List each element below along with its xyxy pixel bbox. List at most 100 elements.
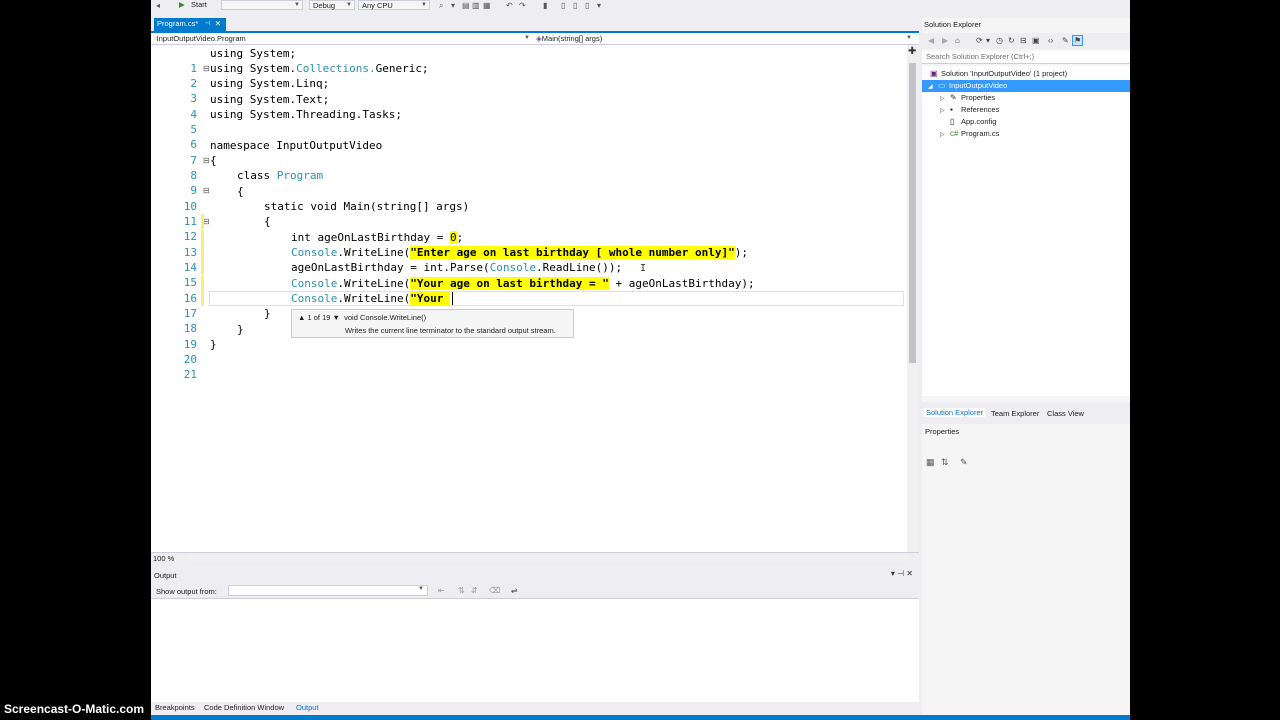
code-line: 2 using System.Collections.Generic; bbox=[190, 62, 429, 90]
split-icon[interactable]: ✚ bbox=[908, 46, 916, 57]
bookmark-icon[interactable]: ▥ bbox=[472, 1, 480, 10]
code-line: 5 using System.Threading.Tasks; bbox=[190, 108, 403, 136]
alphabetical-icon[interactable]: ⇅ bbox=[941, 457, 949, 468]
home-icon[interactable]: ⌂ bbox=[955, 36, 960, 45]
properties-toolbar: ▦ ⇅ ✎ bbox=[922, 456, 1130, 470]
tab-code-definition-window[interactable]: Code Definition Window bbox=[204, 703, 284, 712]
undo-icon[interactable]: ↶ bbox=[506, 1, 513, 10]
collapsed-icon[interactable]: ▷ bbox=[940, 105, 950, 117]
solution-icon: ▣ bbox=[930, 69, 938, 78]
bookmark-prev-icon[interactable]: ▯ bbox=[561, 1, 565, 10]
code-line: 16 Console.WriteLine("Your age on last b… bbox=[183, 276, 755, 305]
tab-label: Program.cs* bbox=[157, 19, 199, 28]
change-marker bbox=[201, 245, 204, 260]
tree-item-solution[interactable]: ▣ Solution 'InputOutputVideo' (1 project) bbox=[930, 68, 1067, 80]
refresh-icon[interactable]: ↻ bbox=[1008, 36, 1015, 45]
dropdown-icon[interactable]: ▾ bbox=[451, 1, 455, 10]
close-icon[interactable]: ✕ bbox=[215, 18, 221, 30]
solution-explorer-search[interactable]: Search Solution Explorer (Ctrl+;) bbox=[922, 51, 1130, 64]
config-file-icon: ▯ bbox=[950, 117, 955, 126]
word-wrap-icon[interactable]: ⇌ bbox=[511, 586, 518, 595]
clear-all-icon[interactable]: ⌫ bbox=[489, 586, 500, 595]
zoom-level[interactable]: 100 % bbox=[153, 554, 174, 563]
blank-combo[interactable]: ▼ bbox=[221, 0, 303, 10]
platform-combo[interactable]: Any CPU ▼ bbox=[358, 0, 430, 10]
code-line: 3 using System.Linq; bbox=[190, 77, 330, 105]
change-marker bbox=[201, 260, 204, 275]
method-signature: void Console.WriteLine() bbox=[344, 313, 427, 322]
tree-item-app-config[interactable]: ▯ App.config bbox=[950, 116, 996, 128]
current-line-highlight bbox=[209, 291, 904, 306]
prev-message-icon[interactable]: ⇅ bbox=[458, 586, 465, 595]
redo-icon[interactable]: ↷ bbox=[519, 1, 526, 10]
editor-horizontal-scrollbar[interactable] bbox=[189, 554, 905, 562]
method-description: Writes the current line terminator to th… bbox=[345, 326, 556, 335]
tab-breakpoints[interactable]: Breakpoints bbox=[155, 703, 195, 712]
member-combo[interactable]: ◈Main(string[] args) ▼ bbox=[536, 34, 916, 44]
pin-icon[interactable]: ⊣ bbox=[205, 18, 210, 30]
forward-icon[interactable]: ▶ bbox=[942, 36, 948, 45]
find-icon[interactable]: ⌕ bbox=[439, 1, 443, 11]
categorized-icon[interactable]: ▦ bbox=[926, 457, 935, 468]
toolbar-options-icon[interactable]: ▾ bbox=[597, 1, 601, 10]
back-icon[interactable]: ◀ bbox=[928, 36, 934, 45]
code-line: 9 ⊟ class Program bbox=[190, 169, 324, 197]
property-pages-icon[interactable]: ✎ bbox=[960, 457, 968, 468]
change-marker bbox=[201, 214, 204, 229]
dropdown-icon[interactable]: ▾ bbox=[891, 569, 895, 578]
stepover-icon[interactable]: ▤ bbox=[462, 1, 470, 10]
explorer-tabs: Solution Explorer Team Explorer Class Vi… bbox=[922, 406, 1130, 420]
code-line: 14 Console.WriteLine("Enter age on last … bbox=[183, 245, 748, 274]
intellisense-tooltip[interactable]: ▲ 1 of 19 ▼ void Console.WriteLine() Wri… bbox=[291, 309, 574, 338]
code-line: 1 ⊟ using System; bbox=[190, 47, 297, 75]
tree-item-project[interactable]: ◢ ▭ InputOutputVideo bbox=[922, 80, 1130, 92]
show-all-files-icon[interactable]: ▣ bbox=[1032, 36, 1040, 45]
tab-solution-explorer[interactable]: Solution Explorer bbox=[924, 408, 986, 417]
overload-counter[interactable]: ▲ 1 of 19 ▼ bbox=[298, 313, 340, 322]
properties-icon[interactable]: ✎ bbox=[1062, 36, 1069, 45]
close-icon[interactable]: ✕ bbox=[906, 569, 913, 578]
bookmark-next-icon[interactable]: ▯ bbox=[573, 1, 577, 10]
collapse-all-icon[interactable]: ⊟ bbox=[1020, 36, 1027, 45]
start-button[interactable]: Start bbox=[191, 0, 207, 11]
scrollbar-thumb[interactable] bbox=[909, 63, 916, 363]
code-line: 8{ bbox=[190, 154, 217, 182]
pin-icon[interactable]: ⊣ bbox=[897, 569, 904, 578]
text-caret bbox=[452, 292, 453, 305]
code-line: 4 using System.Text; bbox=[190, 93, 330, 121]
dropdown-icon[interactable]: ▾ bbox=[986, 36, 990, 45]
bookmark-clear-icon[interactable]: ▯ bbox=[585, 1, 589, 10]
start-icon[interactable]: ▶ bbox=[179, 0, 185, 11]
output-header: Output ▾ ⊣ ✕ bbox=[151, 568, 919, 582]
type-combo[interactable]: ▫InputOutputVideo.Program ▼ bbox=[154, 34, 534, 44]
change-marker bbox=[201, 276, 204, 291]
code-line: 11 ⊟ static void Main(string[] args) bbox=[183, 200, 470, 228]
show-output-from-label: Show output from: bbox=[156, 587, 217, 596]
code-line: 10{ bbox=[183, 185, 244, 213]
back-icon[interactable]: ◂ bbox=[156, 1, 160, 10]
code-line: 6 bbox=[190, 138, 197, 151]
tree-item-references[interactable]: ▷ ▪ References bbox=[940, 104, 999, 116]
tab-class-view[interactable]: Class View bbox=[1047, 409, 1084, 418]
tab-program-cs[interactable]: Program.cs* ⊣ ✕ bbox=[154, 18, 226, 31]
tree-item-properties[interactable]: ▷ ✎ Properties bbox=[940, 92, 995, 104]
expanded-icon[interactable]: ◢ bbox=[928, 81, 938, 93]
bottom-tool-tabs: Breakpoints Code Definition Window Outpu… bbox=[151, 702, 919, 715]
panel-icon[interactable]: ▦ bbox=[483, 1, 491, 10]
show-output-from-combo[interactable]: ▼ bbox=[228, 585, 428, 596]
solution-tree: ▣ Solution 'InputOutputVideo' (1 project)… bbox=[922, 66, 1130, 396]
collapsed-icon[interactable]: ▷ bbox=[940, 129, 950, 141]
code-line: 21 bbox=[183, 368, 197, 381]
view-code-icon[interactable]: ‹› bbox=[1048, 36, 1053, 45]
tab-team-explorer[interactable]: Team Explorer bbox=[991, 409, 1039, 418]
tree-item-program-cs[interactable]: ▷ c# Program.cs bbox=[940, 128, 999, 140]
preview-selected-icon[interactable]: ⚑ bbox=[1072, 35, 1084, 46]
tab-output[interactable]: Output bbox=[296, 703, 319, 712]
csharp-file-icon: c# bbox=[950, 129, 959, 138]
pending-changes-icon[interactable]: ◷ bbox=[996, 36, 1003, 45]
configuration-combo[interactable]: Debug ▼ bbox=[309, 0, 355, 10]
breakpoint-icon[interactable]: ▮ bbox=[543, 1, 547, 10]
find-message-icon[interactable]: ⇤ bbox=[438, 586, 445, 595]
sync-icon[interactable]: ⟳ bbox=[976, 36, 983, 45]
next-message-icon[interactable]: ⇵ bbox=[471, 586, 478, 595]
